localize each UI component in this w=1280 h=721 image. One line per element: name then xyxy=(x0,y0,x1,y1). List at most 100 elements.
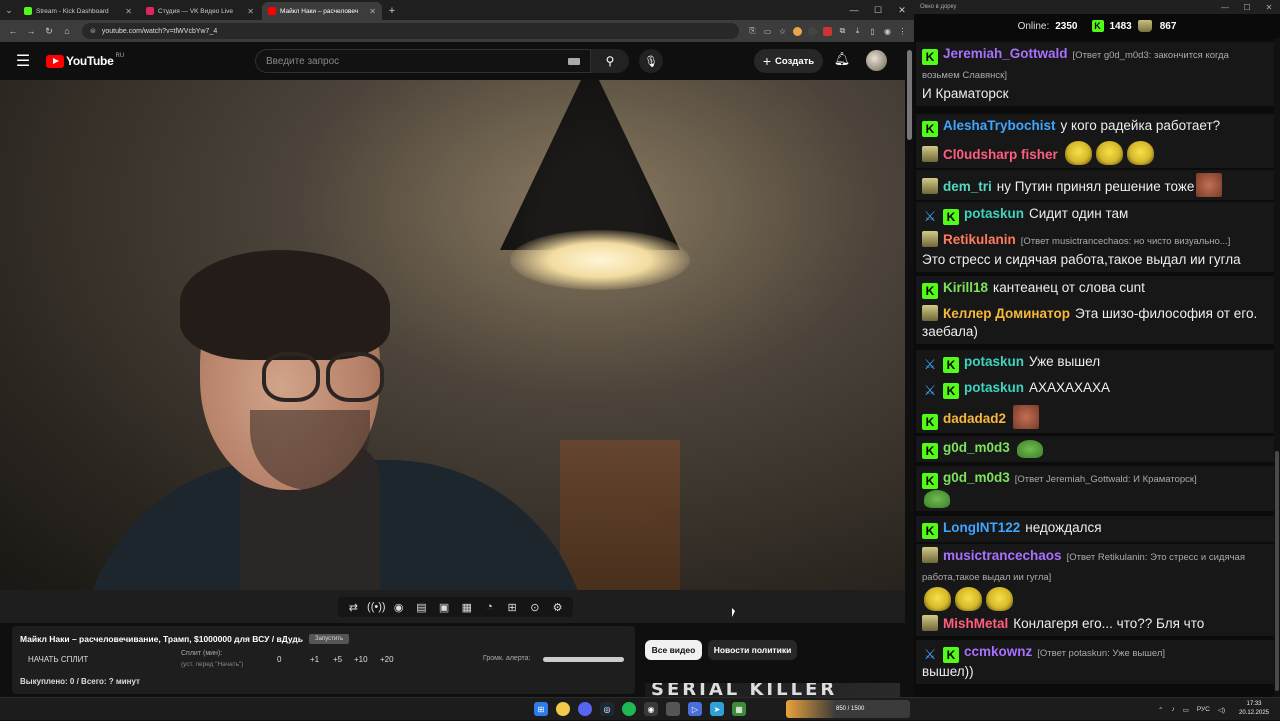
chat-username[interactable]: potaskun xyxy=(964,380,1024,395)
chat-username[interactable]: musictrancechaos xyxy=(943,548,1062,563)
chip-politics-news[interactable]: Новости политики xyxy=(708,640,797,660)
clapper-icon[interactable]: ▤ xyxy=(412,601,430,614)
close-icon[interactable]: ✕ xyxy=(247,7,254,16)
reload-icon[interactable]: ↻ xyxy=(40,22,58,40)
chat-message[interactable]: ⚔ Kpotaskun Уже вышел xyxy=(916,350,1274,376)
system-clock[interactable]: 17:33 20.12.2025 xyxy=(1237,700,1271,718)
translate-icon[interactable]: ⎘ xyxy=(745,24,760,39)
alert-volume-slider[interactable] xyxy=(543,657,624,662)
close-icon[interactable]: ✕ xyxy=(125,7,132,16)
chat-username[interactable]: Cl0udsharp fisher xyxy=(943,147,1058,162)
page-scrollbar[interactable] xyxy=(905,42,914,697)
speed-icon[interactable]: ◔ xyxy=(480,601,498,613)
chat-username[interactable]: potaskun xyxy=(964,206,1024,221)
windows-start-icon[interactable]: ⊞ xyxy=(534,702,548,716)
loop-icon[interactable]: ⇄ xyxy=(344,601,362,614)
increment-10-button[interactable]: +10 xyxy=(354,655,368,664)
chat-message[interactable]: ⚔ Kccmkownz [Ответ potaskun: Уже вышел] выш… xyxy=(916,640,1274,684)
chat-message[interactable]: MishMetal Конлагеря его... что?? Бля что xyxy=(916,612,1274,636)
minimize-icon[interactable]: — xyxy=(842,0,866,20)
discord-taskbar-icon[interactable] xyxy=(578,702,592,716)
broadcast-icon[interactable]: ((•)) xyxy=(367,601,386,613)
chat-message[interactable]: ⚔ Kpotaskun Сидит один там xyxy=(916,202,1274,228)
youtube-logo[interactable]: YouTube RU xyxy=(46,53,124,68)
chat-username[interactable]: potaskun xyxy=(964,354,1024,369)
settings-gear-icon[interactable]: ⚙ xyxy=(549,601,567,614)
minimize-icon[interactable]: — xyxy=(1214,3,1236,12)
theater-icon[interactable]: ▦ xyxy=(458,601,476,614)
chat-message[interactable]: K LongINT122 недождался xyxy=(916,516,1274,542)
tab-youtube-video[interactable]: Майкл Наки – расчеловеч ✕ xyxy=(262,2,382,20)
chat-message[interactable]: Келлер Доминатор Эта шизо-философия от ег… xyxy=(916,302,1274,344)
language-indicator[interactable]: РУС xyxy=(1197,706,1210,713)
tab-vk-studio[interactable]: Студия — VK Видео Live ✕ xyxy=(140,2,260,20)
chat-message[interactable]: K Kirill18 кантеанец от слова cunt xyxy=(916,276,1274,302)
start-split-button[interactable]: НАЧАТЬ СПЛИТ xyxy=(28,655,88,664)
chrome-taskbar-icon[interactable] xyxy=(556,702,570,716)
chat-message[interactable]: Retikulanin [Ответ musictrancechaos: но ч… xyxy=(916,228,1274,272)
scrollbar-thumb[interactable] xyxy=(907,50,912,140)
chat-username[interactable]: AleshaTrybochist xyxy=(943,118,1056,133)
extensions-puzzle-icon[interactable]: ⧉ xyxy=(835,24,850,39)
maximize-icon[interactable]: ☐ xyxy=(866,0,890,20)
obs-taskbar-icon[interactable]: ◉ xyxy=(644,702,658,716)
add-clip-icon[interactable]: ⊞ xyxy=(503,601,521,614)
extension-dark-icon[interactable] xyxy=(805,24,820,39)
chat-message[interactable]: Kg0d_m0d3 [Ответ Jeremiah_Gottwald: И Кра… xyxy=(916,466,1274,511)
mic-tray-icon[interactable]: ♪ xyxy=(1171,706,1174,713)
voice-search-button[interactable]: 🎙︎ xyxy=(639,49,663,73)
pip-icon[interactable]: ▣ xyxy=(435,601,453,614)
increment-1-button[interactable]: +1 xyxy=(310,655,319,664)
search-input[interactable]: Введите запрос xyxy=(255,49,591,73)
close-window-icon[interactable]: ✕ xyxy=(890,0,914,20)
close-icon[interactable]: ✕ xyxy=(369,7,376,16)
search-button[interactable]: ⚲ xyxy=(591,49,629,73)
avatar[interactable] xyxy=(866,50,887,71)
split-value[interactable]: 0 xyxy=(277,655,281,664)
steam-taskbar-icon[interactable]: ◎ xyxy=(600,702,614,716)
back-icon[interactable]: ← xyxy=(4,22,22,40)
url-field[interactable]: ⊜ youtube.com/watch?v=tlWVcbYw7_4 xyxy=(82,23,739,39)
forward-icon[interactable]: → xyxy=(22,22,40,40)
watch-icon[interactable]: ◉ xyxy=(390,601,408,614)
chat-message[interactable]: Kdadadad2 xyxy=(916,402,1274,433)
chat-message[interactable]: K Jeremiah_Gottwald [Ответ g0d_m0d3: закон… xyxy=(916,42,1274,106)
extension-orange-icon[interactable] xyxy=(790,24,805,39)
extension-red-icon[interactable] xyxy=(820,24,835,39)
chat-message[interactable]: Cl0udsharp fisher xyxy=(916,138,1274,168)
chat-username[interactable]: g0d_m0d3 xyxy=(943,470,1010,485)
close-window-icon[interactable]: ✕ xyxy=(1258,3,1280,12)
chat-username[interactable]: Kirill18 xyxy=(943,280,988,295)
download-icon[interactable]: ⤓ xyxy=(850,24,865,39)
tab-search-icon[interactable]: ⌄ xyxy=(0,0,18,20)
volume-tray-icon[interactable]: ◁) xyxy=(1218,706,1225,714)
files-taskbar-icon[interactable]: ▦ xyxy=(732,702,746,716)
maximize-icon[interactable]: ☐ xyxy=(1236,3,1258,12)
donation-goal-widget[interactable]: 850 / 1500 xyxy=(786,700,910,718)
screenshot-icon[interactable]: ⊙ xyxy=(526,601,544,614)
chip-all-videos[interactable]: Все видео xyxy=(645,640,702,660)
site-info-icon[interactable]: ⊜ xyxy=(90,27,96,35)
chat-message[interactable]: ⚔ Kpotaskun АХАХАХАХА xyxy=(916,376,1274,402)
profile-icon[interactable]: ◉ xyxy=(880,24,895,39)
bookmark-star-icon[interactable]: ☆ xyxy=(775,24,790,39)
keyboard-icon[interactable] xyxy=(568,57,580,65)
related-video-thumbnail[interactable]: SERIAL KILLER xyxy=(645,683,900,697)
chat-username[interactable]: MishMetal xyxy=(943,616,1008,631)
hamburger-menu-icon[interactable]: ☰ xyxy=(0,51,46,71)
chat-username[interactable]: Келлер Доминатор xyxy=(943,306,1070,321)
media-taskbar-icon[interactable]: ▷ xyxy=(688,702,702,716)
chat-message[interactable]: musictrancechaos [Ответ Retikulanin: Это … xyxy=(916,544,1274,614)
tray-chevron-icon[interactable]: ⌃ xyxy=(1158,706,1163,714)
launch-tag-button[interactable]: Запустить xyxy=(309,634,350,644)
chat-username[interactable]: g0d_m0d3 xyxy=(943,440,1010,455)
battery-tray-icon[interactable]: ▭ xyxy=(1183,706,1189,714)
sidebar-icon[interactable]: ▯ xyxy=(865,24,880,39)
app-taskbar-icon[interactable] xyxy=(666,702,680,716)
chat-username[interactable]: Jeremiah_Gottwald xyxy=(943,46,1068,61)
new-tab-button[interactable]: + xyxy=(384,2,400,20)
chat-username[interactable]: ccmkownz xyxy=(964,644,1032,659)
chat-scrollbar[interactable] xyxy=(1274,38,1280,697)
increment-5-button[interactable]: +5 xyxy=(333,655,342,664)
spotify-taskbar-icon[interactable] xyxy=(622,702,636,716)
